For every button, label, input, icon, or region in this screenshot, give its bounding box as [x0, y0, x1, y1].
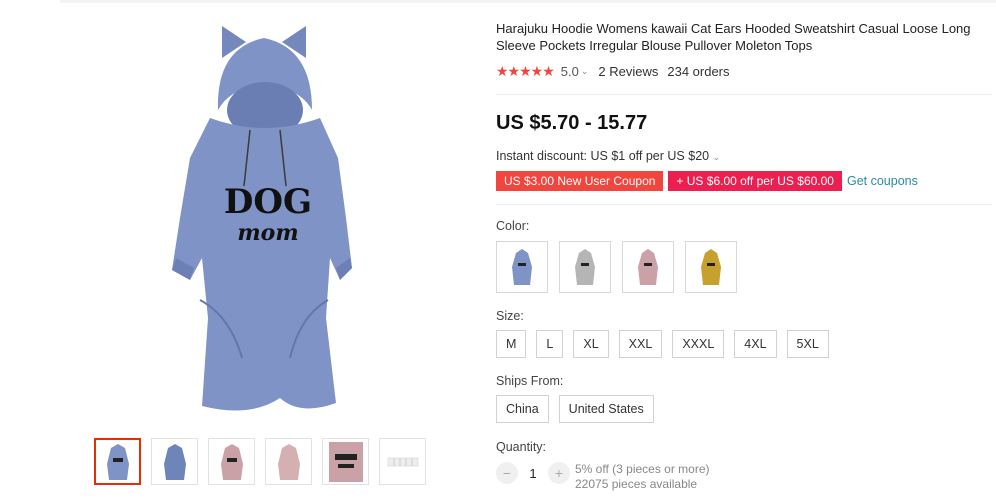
size-option[interactable]: XXXL	[672, 330, 725, 358]
store-coupon[interactable]: + US $6.00 off per US $60.00	[668, 171, 842, 191]
main-product-image: DOG mom	[150, 18, 390, 423]
size-option[interactable]: M	[496, 330, 527, 358]
size-option[interactable]: L	[536, 330, 564, 358]
size-option[interactable]: 5XL	[786, 330, 829, 358]
top-border	[60, 0, 996, 3]
thumbnail-size-chart[interactable]	[379, 438, 426, 485]
color-label: Color:	[496, 219, 530, 233]
thumbnail-strip	[94, 438, 426, 485]
quantity-value[interactable]: 1	[518, 466, 548, 481]
color-swatch-mustard[interactable]	[685, 241, 737, 293]
product-title: Harajuku Hoodie Womens kawaii Cat Ears H…	[496, 21, 971, 53]
size-label: Size:	[496, 309, 524, 323]
color-options	[496, 241, 737, 293]
ships-from-options: China United States	[496, 395, 654, 423]
print-line1: DOG	[224, 182, 312, 222]
orders-count: 234 orders	[667, 64, 730, 79]
pieces-available: 22075 pieces available	[575, 477, 698, 491]
instant-discount-text: Instant discount: US $1 off per US $20	[496, 149, 710, 163]
size-option[interactable]: 4XL	[734, 330, 777, 358]
increase-quantity-button[interactable]: +	[548, 462, 570, 484]
color-swatch-pink[interactable]	[622, 241, 674, 293]
decrease-quantity-button[interactable]: −	[496, 462, 518, 484]
bulk-discount: 5% off (3 pieces or more)	[575, 462, 710, 476]
star-rating-icon: ★★★★★	[496, 63, 555, 79]
size-option[interactable]: XL	[573, 330, 609, 358]
instant-discount[interactable]: Instant discount: US $1 off per US $20 ⌄	[496, 149, 730, 163]
thumbnail-print-closeup[interactable]	[322, 438, 369, 485]
color-swatch-gray[interactable]	[559, 241, 611, 293]
new-user-coupon[interactable]: US $3.00 New User Coupon	[496, 171, 664, 191]
chevron-down-icon[interactable]: ⌄	[581, 66, 589, 77]
thumbnail-blue[interactable]	[94, 438, 141, 485]
divider	[496, 94, 992, 95]
thumbnail-blue-side[interactable]	[151, 438, 198, 485]
thumbnail-pink[interactable]	[208, 438, 255, 485]
rating-row: ★★★★★ 5.0 ⌄ 2 Reviews 234 orders	[496, 63, 730, 80]
chevron-down-icon: ⌄	[712, 152, 721, 162]
color-swatch-blue[interactable]	[496, 241, 548, 293]
price-range: US $5.70 - 15.77	[496, 112, 648, 134]
print-line2: mom	[237, 220, 298, 246]
thumbnail-pink-back[interactable]	[265, 438, 312, 485]
quantity-stepper: − 1 +	[496, 462, 570, 484]
size-option[interactable]: XXL	[618, 330, 663, 358]
quantity-label: Quantity:	[496, 440, 547, 454]
ships-from-china[interactable]: China	[496, 395, 549, 423]
reviews-link[interactable]: 2 Reviews	[598, 64, 658, 79]
divider	[496, 204, 992, 205]
coupon-row: US $3.00 New User Coupon + US $6.00 off …	[496, 171, 918, 191]
rating-score[interactable]: 5.0	[561, 64, 579, 79]
stock-info: 5% off (3 pieces or more) 22075 pieces a…	[575, 462, 710, 492]
ships-from-label: Ships From:	[496, 374, 564, 388]
size-options: M L XL XXL XXXL 4XL 5XL	[496, 330, 829, 358]
get-coupons-link[interactable]: Get coupons	[847, 174, 918, 188]
ships-from-united-states[interactable]: United States	[558, 395, 654, 423]
